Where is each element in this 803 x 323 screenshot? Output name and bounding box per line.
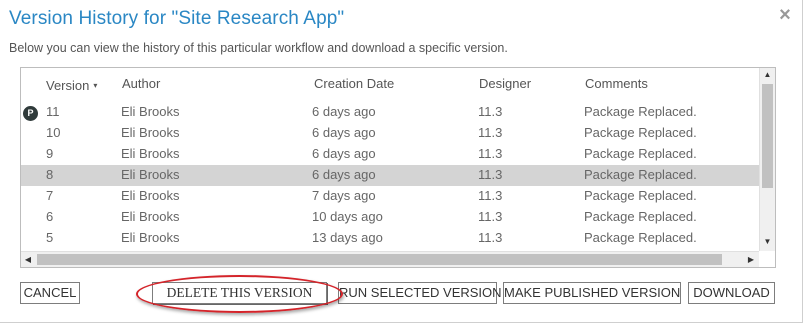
- scroll-right-icon[interactable]: ▶: [744, 252, 758, 267]
- cell-version: 6: [46, 209, 54, 224]
- table-row[interactable]: 6 Eli Brooks 10 days ago 11.3 Package Replac…: [21, 207, 759, 228]
- cell-author: Eli Brooks: [121, 125, 180, 140]
- cell-comments: Package Replaced.: [584, 188, 697, 203]
- cell-comments: Package Replaced.: [584, 209, 697, 224]
- cell-creation-date: 10 days ago: [312, 209, 383, 224]
- delete-version-button[interactable]: DELETE THIS VERSION: [152, 282, 327, 304]
- scroll-left-icon[interactable]: ◀: [21, 252, 35, 267]
- cell-designer: 11.3: [478, 125, 503, 140]
- vertical-scrollbar[interactable]: ▲ ▼: [759, 68, 775, 251]
- cell-comments: Package Replaced.: [584, 125, 697, 140]
- make-published-version-button[interactable]: MAKE PUBLISHED VERSION: [503, 282, 681, 304]
- cell-designer: 11.3: [478, 104, 503, 119]
- table-row[interactable]: 8 Eli Brooks 6 days ago 11.3 Package Replace…: [21, 165, 759, 186]
- cell-author: Eli Brooks: [121, 209, 180, 224]
- cell-author: Eli Brooks: [121, 167, 180, 182]
- cell-version: 9: [46, 146, 54, 161]
- close-icon[interactable]: ×: [775, 4, 795, 26]
- cell-author: Eli Brooks: [121, 188, 180, 203]
- column-header-version-label: Version: [46, 78, 90, 93]
- version-table: Version ▾ Author Creation Date Designer C…: [20, 67, 776, 268]
- table-row[interactable]: 10 Eli Brooks 6 days ago 11.3 Package Replac…: [21, 123, 759, 144]
- table-row[interactable]: P 11 Eli Brooks 6 days ago 11.3 Package Repla…: [21, 102, 759, 123]
- cell-version: 11: [46, 104, 60, 119]
- horizontal-scrollbar[interactable]: ◀ ▶: [21, 251, 759, 267]
- column-header-author[interactable]: Author: [122, 76, 160, 91]
- cell-author: Eli Brooks: [121, 146, 180, 161]
- column-header-designer[interactable]: Designer: [479, 76, 531, 91]
- scroll-down-icon[interactable]: ▼: [760, 235, 775, 249]
- run-selected-version-button[interactable]: RUN SELECTED VERSION: [338, 282, 502, 304]
- cell-creation-date: 7 days ago: [312, 188, 376, 203]
- scroll-up-icon[interactable]: ▲: [760, 68, 775, 82]
- column-header-comments[interactable]: Comments: [585, 76, 648, 91]
- vertical-scroll-thumb[interactable]: [762, 84, 773, 188]
- cell-version: 8: [46, 167, 54, 182]
- cell-designer: 11.3: [478, 209, 503, 224]
- cell-creation-date: 6 days ago: [312, 104, 376, 119]
- cell-designer: 11.3: [478, 146, 503, 161]
- download-button[interactable]: DOWNLOAD: [688, 282, 775, 304]
- column-header-creation-date[interactable]: Creation Date: [314, 76, 394, 91]
- version-history-dialog: Version History for "Site Research App" …: [0, 0, 803, 323]
- cell-designer: 11.3: [478, 230, 503, 245]
- dialog-title: Version History for "Site Research App": [9, 8, 345, 29]
- cell-creation-date: 13 days ago: [312, 230, 383, 245]
- cell-version: 10: [46, 125, 61, 140]
- cancel-button[interactable]: CANCEL: [20, 282, 80, 304]
- table-header: Version ▾ Author Creation Date Designer C…: [21, 68, 759, 99]
- horizontal-scroll-thumb[interactable]: [37, 254, 722, 265]
- cell-creation-date: 6 days ago: [312, 167, 376, 182]
- cell-comments: Package Replaced.: [584, 167, 697, 182]
- cell-version: 5: [46, 230, 54, 245]
- table-row[interactable]: 5 Eli Brooks 13 days ago 11.3 Package Replac…: [21, 228, 759, 249]
- cell-creation-date: 6 days ago: [312, 146, 376, 161]
- table-row[interactable]: 7 Eli Brooks 7 days ago 11.3 Package Replace…: [21, 186, 759, 207]
- cell-author: Eli Brooks: [121, 230, 180, 245]
- cell-version: 7: [46, 188, 54, 203]
- cell-designer: 11.3: [478, 188, 503, 203]
- column-header-version[interactable]: Version ▾: [46, 78, 97, 93]
- cell-comments: Package Replaced.: [584, 230, 697, 245]
- table-row[interactable]: 9 Eli Brooks 6 days ago 11.3 Package Replace…: [21, 144, 759, 165]
- cell-creation-date: 6 days ago: [312, 125, 376, 140]
- cell-comments: Package Replaced.: [584, 104, 697, 119]
- published-badge-icon: P: [23, 106, 38, 121]
- dialog-subtitle: Below you can view the history of this p…: [9, 41, 508, 55]
- cell-designer: 11.3: [478, 167, 503, 182]
- cell-author: Eli Brooks: [121, 104, 180, 119]
- cell-comments: Package Replaced.: [584, 146, 697, 161]
- sort-caret-icon: ▾: [93, 81, 98, 90]
- table-body: P 11 Eli Brooks 6 days ago 11.3 Package Repla…: [21, 102, 759, 249]
